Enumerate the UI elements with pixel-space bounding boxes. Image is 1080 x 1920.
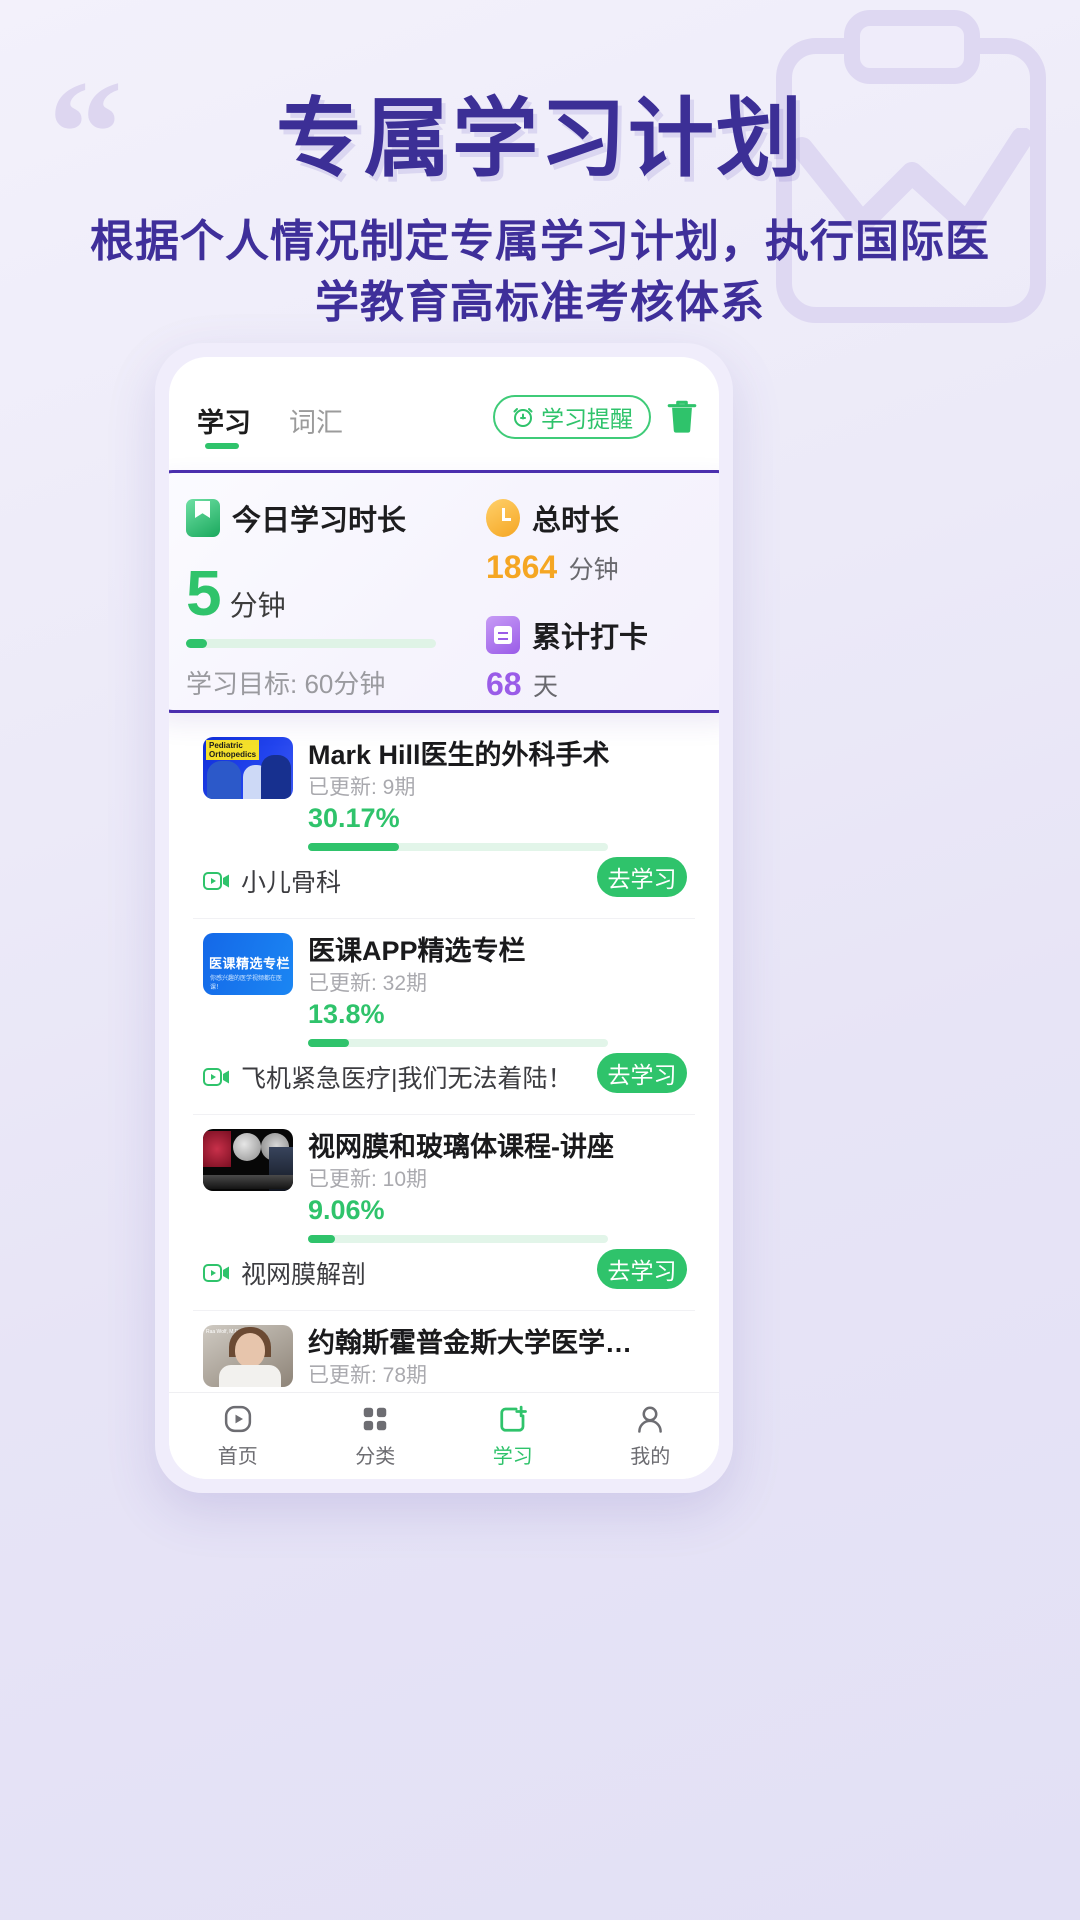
study-goal-label: 学习目标: 60分钟 <box>186 669 386 699</box>
course-progress-fill <box>308 1039 350 1047</box>
bottom-nav-category[interactable]: 分类 <box>307 1393 445 1479</box>
bottom-nav-home-label: 首页 <box>217 1445 258 1468</box>
go-study-button[interactable]: 去学习 <box>597 1249 687 1289</box>
total-duration-value: 1864 <box>486 549 558 585</box>
today-progress-track <box>186 639 436 648</box>
tab-bar: 学习 词汇 学习提醒 <box>169 393 719 465</box>
trash-icon[interactable] <box>665 397 699 437</box>
go-study-button[interactable]: 去学习 <box>597 857 687 897</box>
play-circle-icon <box>224 1405 251 1432</box>
calendar-icon <box>486 616 520 654</box>
course-row[interactable]: Pediatric Orthopedics Mark Hill医生的外科手术 已更… <box>193 723 695 919</box>
today-duration-unit: 分钟 <box>229 590 286 621</box>
add-square-icon <box>500 1405 527 1432</box>
bottom-navigation[interactable]: 首页 分类 学习 我的 <box>169 1392 719 1479</box>
clock-icon <box>486 499 520 537</box>
course-updated: 已更新: 9期 <box>308 776 416 799</box>
course-row[interactable]: 医课精选专栏 你感兴趣的医学视频都在医课！ 医课APP精选专栏 已更新: 32期 … <box>193 919 695 1115</box>
course-updated: 已更新: 10期 <box>308 1168 428 1191</box>
total-duration-header: 总时长 <box>486 497 716 539</box>
course-progress-fill <box>308 1235 336 1243</box>
course-progress-label: 30.17% <box>308 803 400 833</box>
bottom-nav-home[interactable]: 首页 <box>169 1393 307 1479</box>
course-row[interactable]: 视网膜和玻璃体课程-讲座 已更新: 10期 9.06% 视网膜解剖 去学习 <box>193 1115 695 1311</box>
today-progress-fill <box>186 639 207 648</box>
today-duration-label: 今日学习时长 <box>232 505 407 537</box>
grid-icon <box>364 1407 387 1430</box>
course-tag-row: 小儿骨科 <box>203 863 341 899</box>
bottom-nav-study[interactable]: 学习 <box>444 1393 582 1479</box>
course-thumbnail[interactable]: Pediatric Orthopedics <box>203 737 293 799</box>
total-duration-label: 总时长 <box>532 505 620 537</box>
video-icon <box>203 872 229 890</box>
bottom-nav-category-label: 分类 <box>355 1445 396 1468</box>
course-tag: 飞机紧急医疗|我们无法着陆！ <box>241 1065 573 1093</box>
course-tag-row: 飞机紧急医疗|我们无法着陆！ <box>203 1059 573 1095</box>
course-updated: 已更新: 32期 <box>308 972 428 995</box>
bottom-nav-study-label: 学习 <box>492 1445 533 1468</box>
page-subtitle: 根据个人情况制定专属学习计划，执行国际医学教育高标准考核体系 <box>90 217 990 327</box>
phone-mockup: 学习 词汇 学习提醒 今日学习时长 5 分钟 学习目标: 60分钟 总时长 18… <box>155 343 733 1493</box>
bottom-nav-mine-label: 我的 <box>630 1445 671 1468</box>
course-thumbnail[interactable]: Raa Wolf, M.D. <box>203 1325 293 1387</box>
course-title: 约翰斯霍普金斯大学医学院... <box>308 1328 638 1358</box>
today-duration-header: 今日学习时长 <box>186 497 466 539</box>
today-duration-value: 5 <box>186 557 222 629</box>
tab-study[interactable]: 学习 <box>197 401 251 440</box>
course-progress-track <box>308 1039 608 1047</box>
course-thumbnail[interactable]: 医课精选专栏 你感兴趣的医学视频都在医课！ <box>203 933 293 995</box>
checkin-label: 累计打卡 <box>532 622 649 654</box>
video-icon <box>203 1068 229 1086</box>
study-reminder-label: 学习提醒 <box>541 406 633 432</box>
go-study-button[interactable]: 去学习 <box>597 1053 687 1093</box>
tab-active-indicator <box>205 443 239 449</box>
course-tag-row: 视网膜解剖 <box>203 1255 366 1291</box>
alarm-clock-icon <box>513 408 533 427</box>
course-list[interactable]: Pediatric Orthopedics Mark Hill医生的外科手术 已更… <box>169 723 719 1421</box>
today-duration-block: 今日学习时长 5 分钟 学习目标: 60分钟 <box>186 497 466 701</box>
course-progress-label: 13.8% <box>308 999 385 1029</box>
course-tag: 小儿骨科 <box>241 869 342 897</box>
tab-vocabulary[interactable]: 词汇 <box>289 401 343 440</box>
total-duration-unit: 分钟 <box>568 556 619 584</box>
course-updated: 已更新: 78期 <box>308 1364 428 1387</box>
checkin-header: 累计打卡 <box>486 614 716 656</box>
hero-section: 专属学习计划 根据个人情况制定专属学习计划，执行国际医学教育高标准考核体系 <box>0 0 1080 333</box>
bottom-nav-mine[interactable]: 我的 <box>582 1393 720 1479</box>
checkin-unit: 天 <box>533 673 559 701</box>
book-icon <box>186 499 220 537</box>
course-title: 视网膜和玻璃体课程-讲座 <box>308 1132 614 1162</box>
course-thumbnail[interactable] <box>203 1129 293 1191</box>
study-stats-card: 今日学习时长 5 分钟 学习目标: 60分钟 总时长 1864 分钟 累计打卡 … <box>169 470 719 713</box>
course-progress-fill <box>308 843 399 851</box>
video-icon <box>203 1264 229 1282</box>
course-title: 医课APP精选专栏 <box>308 936 526 966</box>
phone-screen: 学习 词汇 学习提醒 今日学习时长 5 分钟 学习目标: 60分钟 总时长 18… <box>169 357 719 1479</box>
course-progress-track <box>308 1235 608 1243</box>
person-icon <box>638 1406 663 1433</box>
course-progress-label: 9.06% <box>308 1195 385 1225</box>
checkin-value: 68 <box>486 666 522 702</box>
course-progress-track <box>308 843 608 851</box>
page-title: 专属学习计划 <box>276 91 804 187</box>
summary-block: 总时长 1864 分钟 累计打卡 68 天 <box>486 497 716 703</box>
course-title: Mark Hill医生的外科手术 <box>308 740 610 770</box>
study-reminder-button[interactable]: 学习提醒 <box>493 395 651 439</box>
course-tag: 视网膜解剖 <box>241 1261 367 1289</box>
